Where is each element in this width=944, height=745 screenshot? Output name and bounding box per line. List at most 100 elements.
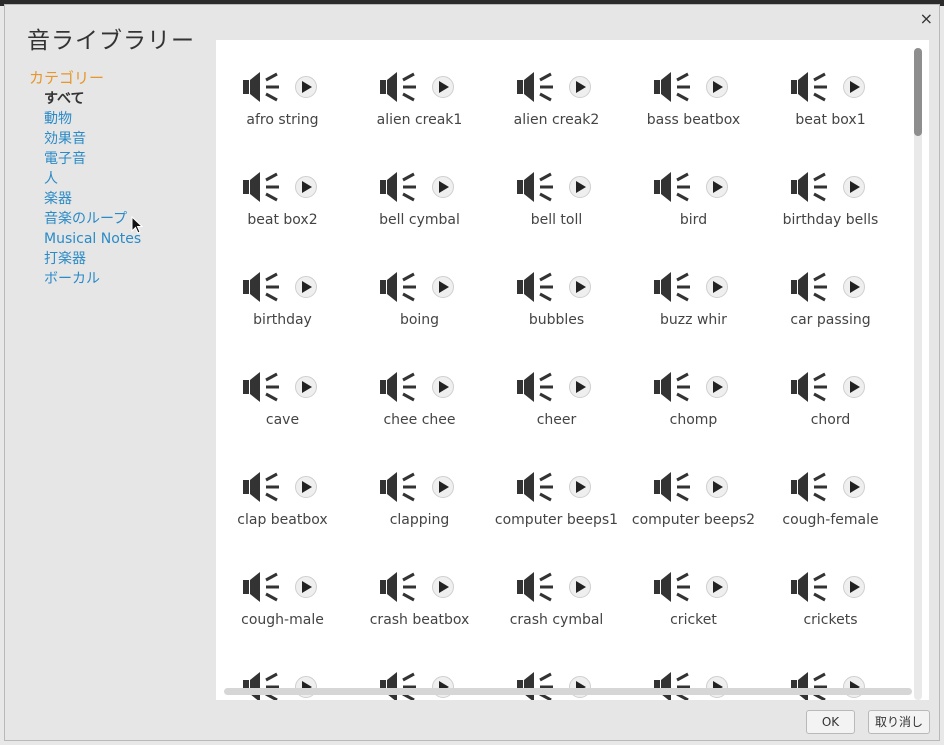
mouse-cursor-icon [131,216,143,234]
sound-name: computer beeps2 [631,512,756,528]
sound-tile[interactable]: bird [625,140,762,240]
speaker-icon [790,470,830,508]
sound-tile[interactable]: crickets [762,540,899,640]
sound-tile[interactable]: cricket [625,540,762,640]
sound-tile[interactable]: car passing [762,240,899,340]
play-button-icon[interactable] [295,176,317,198]
sound-name: afro string [246,112,319,128]
play-button-icon[interactable] [295,76,317,98]
sound-tile-icons [762,170,899,204]
sound-tile[interactable]: buzz whir [625,240,762,340]
play-button-icon[interactable] [706,476,728,498]
speaker-icon [653,270,693,308]
play-button-icon[interactable] [432,476,454,498]
sound-tile[interactable]: chee chee [351,340,488,440]
speaker-icon [653,670,693,700]
sound-tile-icons [625,70,762,104]
play-button-icon[interactable] [706,76,728,98]
category-item-music-loops[interactable]: 音楽のループ [44,209,141,229]
play-button-icon[interactable] [432,176,454,198]
vertical-scrollbar-thumb[interactable] [914,48,922,136]
sound-tile[interactable]: computer beeps2 [625,440,762,540]
play-button-icon[interactable] [706,376,728,398]
sound-name: crash cymbal [509,612,604,628]
sound-tile[interactable]: computer beeps1 [488,440,625,540]
play-button-icon[interactable] [843,276,865,298]
category-item-instruments[interactable]: 楽器 [44,189,141,209]
sound-tile[interactable]: clapping [351,440,488,540]
horizontal-scrollbar[interactable] [224,688,912,695]
play-button-icon[interactable] [569,576,591,598]
category-item-human[interactable]: 人 [44,169,141,189]
sound-tile[interactable]: bell toll [488,140,625,240]
play-button-icon[interactable] [843,576,865,598]
sound-tile[interactable]: cave [216,340,351,440]
sound-tile[interactable]: cough-male [216,540,351,640]
sound-tile[interactable]: alien creak2 [488,40,625,140]
play-button-icon[interactable] [843,376,865,398]
speaker-icon [242,370,282,408]
sound-tile[interactable]: boing [351,240,488,340]
play-button-icon[interactable] [706,276,728,298]
speaker-icon [379,170,419,208]
play-button-icon[interactable] [843,76,865,98]
play-button-icon[interactable] [432,76,454,98]
vertical-scrollbar[interactable] [914,48,922,700]
sound-name: boing [399,312,440,328]
sound-tile[interactable]: bell cymbal [351,140,488,240]
close-icon[interactable]: × [920,9,933,28]
play-button-icon[interactable] [295,476,317,498]
sound-tile[interactable]: beat box1 [762,40,899,140]
sound-tile-icons [351,570,488,604]
speaker-icon [516,370,556,408]
sound-tile[interactable]: beat box2 [216,140,351,240]
category-item-electronic[interactable]: 電子音 [44,149,141,169]
play-button-icon[interactable] [706,176,728,198]
play-button-icon[interactable] [295,576,317,598]
play-button-icon[interactable] [569,276,591,298]
sound-tile[interactable]: crash beatbox [351,540,488,640]
play-button-icon[interactable] [432,576,454,598]
category-item-all[interactable]: すべて [44,89,141,109]
play-button-icon[interactable] [569,176,591,198]
play-button-icon[interactable] [569,476,591,498]
sound-tile[interactable]: crash cymbal [488,540,625,640]
play-button-icon[interactable] [843,476,865,498]
category-item-musical-notes[interactable]: Musical Notes [44,229,141,249]
sound-name: bass beatbox [646,112,741,128]
category-item-animals[interactable]: 動物 [44,109,141,129]
sound-name: beat box2 [247,212,318,228]
sound-tile-icons [762,470,899,504]
speaker-icon [379,370,419,408]
category-item-vocals[interactable]: ボーカル [44,269,141,289]
play-button-icon[interactable] [569,76,591,98]
cancel-button[interactable]: 取り消し [868,710,930,734]
play-button-icon[interactable] [432,276,454,298]
play-button-icon[interactable] [706,576,728,598]
sound-tile[interactable]: chomp [625,340,762,440]
play-button-icon[interactable] [843,176,865,198]
sound-tile[interactable]: clap beatbox [216,440,351,540]
sound-tile[interactable]: cough-female [762,440,899,540]
category-item-percussion[interactable]: 打楽器 [44,249,141,269]
sound-tile[interactable]: chord [762,340,899,440]
speaker-icon [379,270,419,308]
sound-tile[interactable]: cheer [488,340,625,440]
sound-tile[interactable]: bubbles [488,240,625,340]
sound-name: cough-female [782,512,879,528]
play-button-icon[interactable] [295,376,317,398]
sound-tile[interactable]: bass beatbox [625,40,762,140]
play-button-icon[interactable] [295,276,317,298]
sound-name: beat box1 [795,112,866,128]
play-button-icon[interactable] [569,376,591,398]
sound-tile[interactable]: afro string [216,40,351,140]
play-button-icon[interactable] [432,376,454,398]
sound-tile[interactable]: birthday [216,240,351,340]
sound-name: crash beatbox [369,612,470,628]
sound-tile[interactable]: alien creak1 [351,40,488,140]
dialog-title: 音ライブラリー [27,28,195,54]
sound-tile[interactable]: birthday bells [762,140,899,240]
ok-button[interactable]: OK [806,710,855,734]
category-item-effects[interactable]: 効果音 [44,129,141,149]
speaker-icon [379,470,419,508]
